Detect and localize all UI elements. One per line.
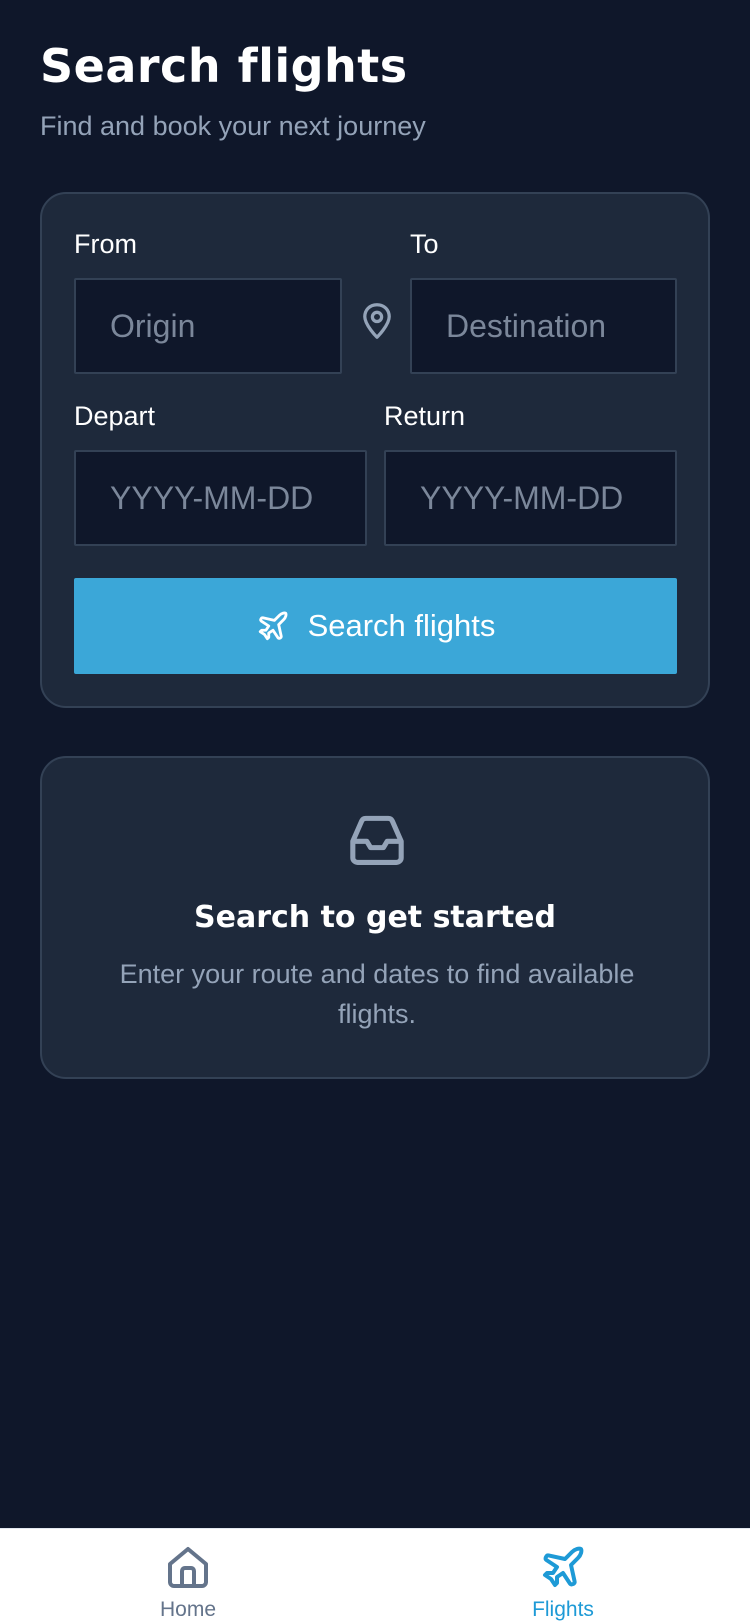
airplane-icon: [543, 1546, 584, 1587]
tab-home-label: Home: [159, 1598, 217, 1621]
search-form-card: From To Depart Return Search flights: [40, 192, 710, 708]
inbox-icon: [350, 815, 404, 865]
page-subtitle: Find and book your next journey: [40, 111, 426, 141]
tab-flights-label: Flights: [532, 1598, 594, 1621]
return-date-input[interactable]: [384, 450, 677, 546]
page-header: Search flights Find and book your next j…: [40, 38, 426, 142]
origin-input[interactable]: [74, 278, 342, 374]
empty-state-text: Enter your route and dates to find avail…: [119, 959, 635, 1029]
return-label: Return: [384, 401, 466, 431]
airplane-icon: [258, 611, 288, 641]
tab-home[interactable]: Home: [118, 1543, 258, 1623]
depart-date-input[interactable]: [74, 450, 367, 546]
map-pin-icon[interactable]: [360, 302, 394, 340]
empty-state-title: Search to get started: [194, 900, 556, 935]
depart-label: Depart: [74, 401, 156, 431]
destination-input[interactable]: [410, 278, 677, 374]
home-icon: [168, 1547, 208, 1588]
tab-flights[interactable]: Flights: [493, 1543, 633, 1623]
flight-search-screen: Search flights Find and book your next j…: [0, 0, 750, 1624]
search-button-label: Search flights: [307, 608, 496, 643]
to-label: To: [410, 229, 439, 259]
empty-state-card: Search to get started Enter your route a…: [40, 756, 710, 1079]
page-title: Search flights: [40, 39, 408, 93]
from-label: From: [74, 229, 137, 259]
search-flights-button[interactable]: Search flights: [74, 578, 677, 674]
bottom-tab-bar: Home Flights: [0, 1528, 750, 1624]
